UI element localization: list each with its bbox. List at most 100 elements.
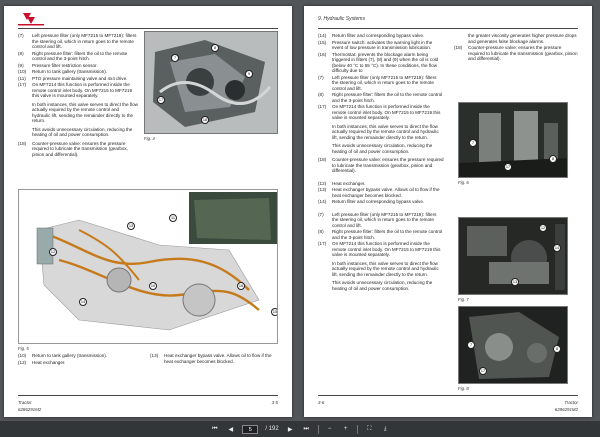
- list-item: (12) Heat exchanger.: [18, 360, 138, 366]
- item-number: (17): [318, 241, 327, 246]
- right-page: 9. Hydraulic Systems (14) Return filter a…: [304, 6, 592, 417]
- continued-text: the greater viscosity generates higher p…: [468, 33, 577, 44]
- item-number: (12): [318, 180, 327, 186]
- item-number: (8): [318, 229, 324, 234]
- brand-logo: [18, 13, 44, 26]
- text-column-1: (14) Return filter and corresponding bypa…: [318, 33, 444, 294]
- item-text: On MF7214 this function is performed ins…: [332, 104, 441, 120]
- callout: 11: [169, 214, 177, 222]
- item-number: (13): [150, 353, 159, 358]
- footer-rule: [318, 395, 578, 396]
- item-text: Pressure filter restriction sensor.: [32, 62, 98, 68]
- item-text: Right pressure filter: filters the oil t…: [332, 92, 443, 103]
- callout: 7: [171, 54, 179, 62]
- footer-docnum: 6286291M2: [554, 407, 578, 412]
- figure-5-legend-right: (13) Heat exchanger bypass valve. Allows …: [150, 353, 278, 365]
- item-text: Heat exchanger.: [32, 359, 66, 365]
- list-item: (13) Heat exchanger bypass valve. Allows …: [318, 187, 444, 198]
- previous-page-icon[interactable]: ◀: [226, 425, 235, 434]
- item-number: (12): [18, 359, 27, 365]
- fullscreen-icon[interactable]: ⛶: [365, 425, 374, 434]
- item-number: (14): [318, 33, 327, 38]
- paragraph: This avoids unnecessary circulation, red…: [332, 280, 433, 291]
- callout: 8: [549, 155, 557, 163]
- paragraph: In both instances, this valve serves to …: [332, 260, 439, 277]
- item-text: Counter-pressure valve: ensures the pres…: [468, 45, 578, 61]
- callout: 16: [237, 282, 245, 290]
- footer-page-number: 3-6: [318, 400, 325, 405]
- item-text: Left pressure filter (only MF7215 to MF7…: [32, 33, 137, 49]
- item-text: Return to tank gallery (transmission).: [32, 69, 108, 74]
- callout: 13: [511, 278, 519, 286]
- first-page-icon[interactable]: ⏮: [210, 425, 219, 434]
- figure-6-image: 7 17 8: [458, 102, 568, 178]
- download-icon[interactable]: ⤓: [381, 425, 390, 434]
- item-number: (17): [18, 82, 27, 87]
- callout: 12: [49, 248, 57, 256]
- figure-5-legend-left: (10) Return to tank gallery (transmission…: [18, 353, 138, 366]
- callout: 7: [467, 341, 475, 349]
- list-item: (8) Right pressure filter: filters the oi…: [318, 92, 444, 103]
- item-number: (10): [18, 69, 27, 74]
- item-number: (18): [454, 45, 463, 50]
- list-item: (7) Left pressure filter (only MF7215 to …: [318, 75, 444, 92]
- zoom-out-icon[interactable]: −: [325, 425, 334, 434]
- callout: 9: [245, 70, 253, 78]
- item-number: (11): [18, 75, 26, 81]
- list-item: (11) PTO pressure maintaining valve and 4…: [18, 76, 138, 82]
- item-number: (18): [18, 140, 27, 146]
- page-number-input[interactable]: 5: [242, 424, 259, 434]
- list-item: (13) Heat exchanger bypass valve. Allows …: [150, 353, 278, 364]
- list-item: (12) Heat exchanger.: [318, 181, 444, 187]
- list-item: (14) Return filter and corresponding bypa…: [318, 33, 444, 39]
- list-item: (14) Return filter and corresponding bypa…: [318, 199, 444, 205]
- item-text: Counter-pressure valve: ensures the pres…: [32, 140, 129, 157]
- item-number: (17): [318, 104, 327, 109]
- list-item: (7) Left pressure filter (only MF7215 to …: [318, 212, 444, 229]
- item-number: (10): [18, 353, 27, 358]
- last-page-icon[interactable]: ⏭: [302, 425, 311, 434]
- item-number: (18): [318, 157, 327, 162]
- paragraph: This avoids unnecessary circulation, red…: [332, 143, 433, 154]
- list-item: (16) Thermostat: prevents the blockage al…: [318, 52, 444, 74]
- item-number: (7): [318, 211, 324, 217]
- list-item: (8) Right pressure filter: filters the oi…: [18, 51, 138, 62]
- item-text: Thermostat: prevents the blockage alarm …: [332, 51, 439, 74]
- callout: 14: [79, 298, 87, 306]
- list-item: (10) Return to tank gallery (transmission…: [18, 353, 138, 359]
- footer-title: Tractor: [564, 400, 578, 405]
- list-item: (17) On MF7214 this function is performed…: [318, 104, 444, 121]
- list-item: (18) Counter-pressure valve: ensures the …: [454, 45, 578, 62]
- list-item: (10) Return to tank gallery (transmission…: [18, 69, 138, 75]
- left-page: (7) Left pressure filter (only MF7215 to …: [4, 6, 292, 417]
- figure-4-image: 7 8 9 17 18: [144, 31, 278, 134]
- callout: 13: [127, 222, 135, 230]
- figure-caption: Fig. 6: [458, 180, 469, 185]
- figure-7-image: 12 14 13: [458, 217, 568, 295]
- list-item: (18) Counter-pressure valve: ensures the …: [18, 141, 138, 158]
- figure-caption: Fig. 8: [458, 386, 469, 391]
- text-column-2: the greater viscosity generates higher p…: [454, 33, 578, 63]
- callout: 10: [149, 282, 157, 290]
- item-text: Return to tank gallery (transmission).: [32, 353, 108, 358]
- callout: 8: [211, 44, 219, 52]
- item-text: Right pressure filter: filters the oil t…: [332, 229, 443, 240]
- callout: 17: [157, 96, 165, 104]
- callout: 18: [201, 116, 209, 124]
- item-text: Right pressure filter: filters the oil t…: [32, 50, 128, 62]
- footer-rule: [18, 395, 278, 396]
- item-text: Heat exchanger bypass valve. Allows oil …: [164, 353, 272, 364]
- item-text: PTO pressure maintaining valve and 4x4 d…: [32, 75, 128, 81]
- item-text: Return filter and corresponding bypass v…: [332, 199, 425, 204]
- item-number: (15): [318, 39, 327, 45]
- next-page-icon[interactable]: ▶: [286, 425, 295, 434]
- item-number: (7): [318, 74, 324, 80]
- figure-8-image: 7 17 8: [458, 306, 568, 384]
- figure-caption: Fig. 4: [144, 136, 155, 141]
- item-number: (8): [18, 50, 24, 56]
- item-text: On MF7214 this function is performed ins…: [332, 241, 441, 257]
- zoom-in-icon[interactable]: +: [341, 425, 350, 434]
- figure-caption: Fig. 5: [18, 346, 29, 351]
- callout: 8: [553, 345, 561, 353]
- total-pages-label: / 192: [265, 426, 279, 432]
